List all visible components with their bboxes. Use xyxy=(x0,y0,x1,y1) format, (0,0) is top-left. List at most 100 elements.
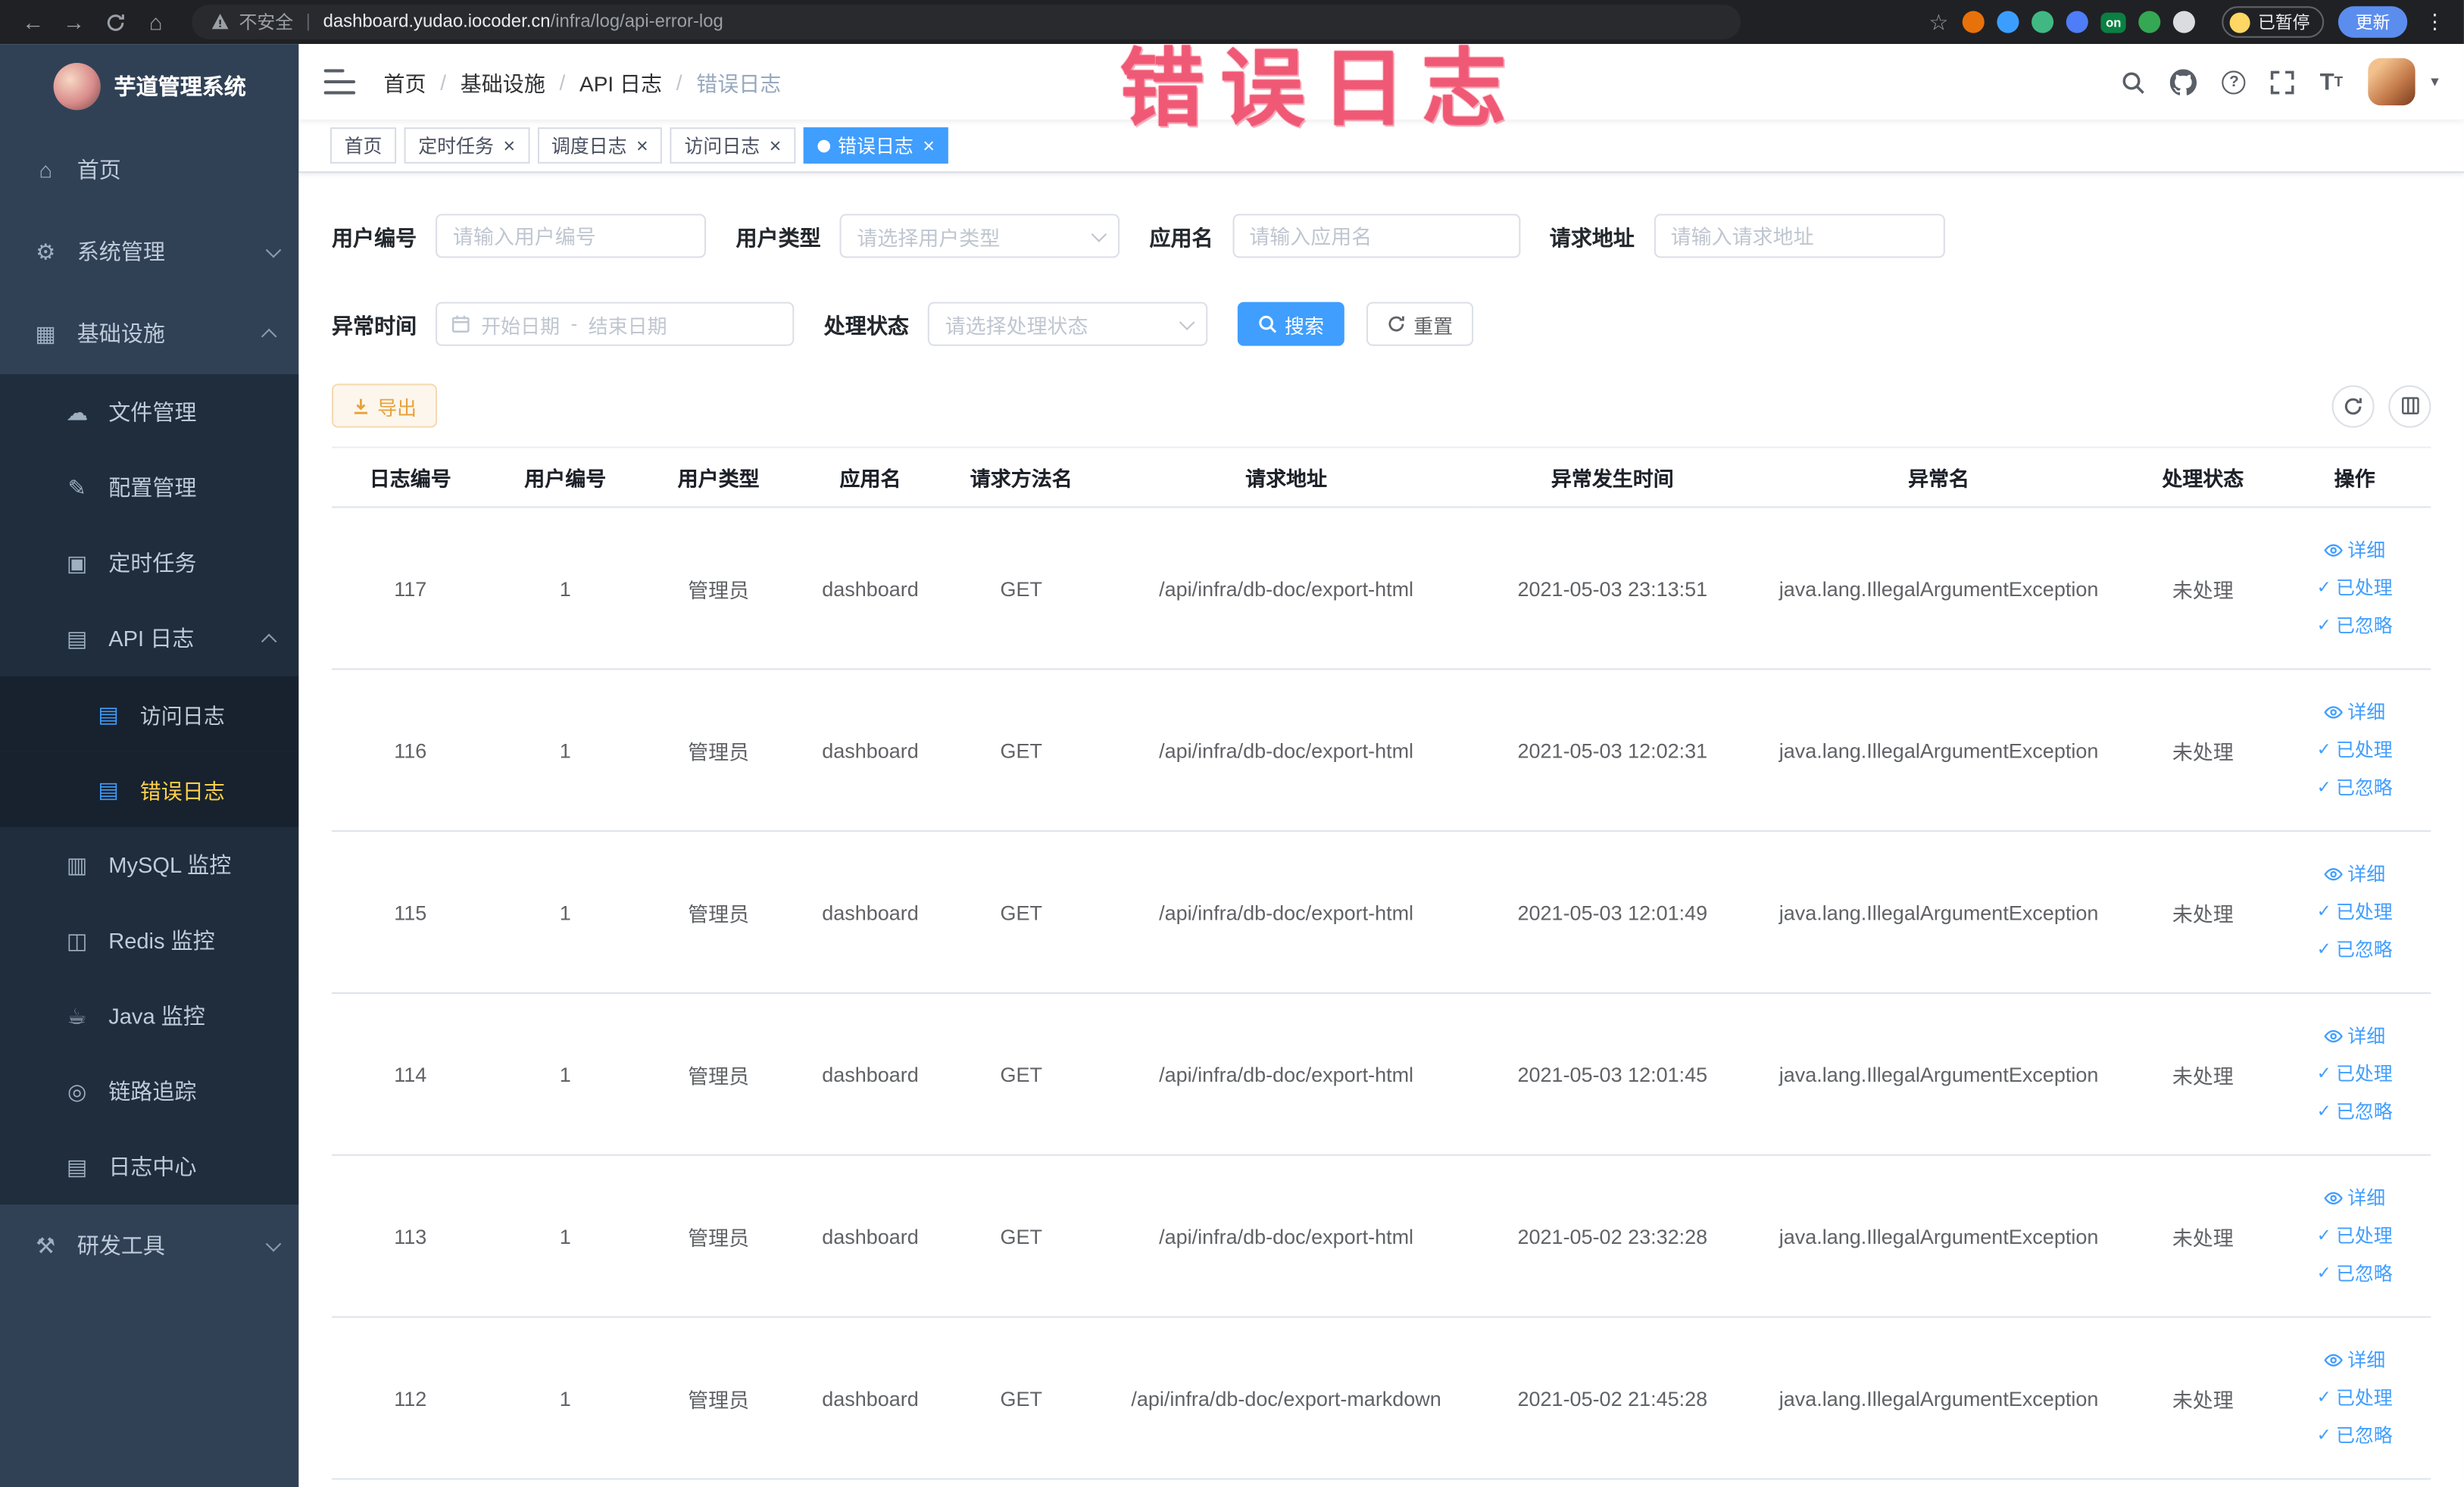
back-icon[interactable]: ← xyxy=(16,5,51,39)
browser-menu-icon[interactable]: ⋮ xyxy=(2422,9,2448,34)
search-button[interactable]: 搜索 xyxy=(1237,301,1344,346)
paused-extension-badge[interactable]: 已暂停 xyxy=(2222,6,2325,38)
tab-close-icon[interactable]: × xyxy=(923,136,935,156)
app-name-input[interactable] xyxy=(1232,214,1520,258)
ignored-link[interactable]: ✓ 已忽略 xyxy=(2317,934,2393,966)
processed-link[interactable]: ✓ 已处理 xyxy=(2317,734,2393,766)
user-avatar[interactable] xyxy=(2368,58,2416,106)
date-range-picker[interactable]: 开始日期 - 结束日期 xyxy=(436,301,795,346)
tab-close-icon[interactable]: × xyxy=(636,136,648,156)
sidebar-toggle-button[interactable] xyxy=(323,69,356,95)
detail-link[interactable]: 详细 xyxy=(2324,535,2385,567)
ignored-link[interactable]: ✓ 已忽略 xyxy=(2317,610,2393,642)
error-log-table: 日志编号 用户编号 用户类型 应用名 请求方法名 请求地址 异常发生时间 异常名 处理状态 操作 … xyxy=(332,446,2431,1480)
filter-row-1: 用户编号 用户类型 请选择用户类型 应用名 xyxy=(332,214,2431,258)
ignored-link[interactable]: ✓ 已忽略 xyxy=(2317,1420,2393,1452)
detail-link[interactable]: 详细 xyxy=(2324,697,2385,729)
breadcrumb: 首页 / 基础设施 / API 日志 / 错误日志 xyxy=(384,66,782,98)
processed-link[interactable]: ✓ 已处理 xyxy=(2317,1058,2393,1090)
extension-vue-devtools[interactable] xyxy=(2031,11,2054,33)
extension-orange-circle[interactable] xyxy=(1963,11,1985,33)
cell-user-id: 1 xyxy=(559,738,571,762)
extension-on-toggle[interactable]: on xyxy=(2100,11,2126,33)
sidebar-item-system-management[interactable]: ⚙ 系统管理 xyxy=(0,211,298,292)
processed-link[interactable]: ✓ 已处理 xyxy=(2317,1382,2393,1414)
browser-update-button[interactable]: 更新 xyxy=(2338,6,2408,38)
fullscreen-icon[interactable] xyxy=(2271,70,2295,94)
tab-close-icon[interactable]: × xyxy=(770,136,782,156)
reload-icon[interactable] xyxy=(98,5,133,39)
home-icon[interactable]: ⌂ xyxy=(139,5,173,39)
detail-link[interactable]: 详细 xyxy=(2324,1182,2385,1214)
cell-exception: java.lang.IllegalArgumentException xyxy=(1779,576,2099,600)
sidebar-item-log-center[interactable]: ▤ 日志中心 xyxy=(0,1129,299,1205)
tab-access-log[interactable]: 访问日志 × xyxy=(670,127,796,164)
extension-blue-circle[interactable] xyxy=(1997,11,2019,33)
tab-close-icon[interactable]: × xyxy=(503,136,515,156)
warning-icon xyxy=(211,13,230,32)
cell-status: 未处理 xyxy=(2172,1064,2234,1088)
processed-link[interactable]: ✓ 已处理 xyxy=(2317,1220,2393,1252)
bookmark-star-icon[interactable]: ☆ xyxy=(1928,8,1948,35)
tab-label: 访问日志 xyxy=(684,135,760,158)
column-header: 异常发生时间 xyxy=(1475,448,1750,508)
sidebar-item-redis-monitor[interactable]: ◫ Redis 监控 xyxy=(0,902,299,979)
breadcrumb-item[interactable]: 首页 xyxy=(384,66,426,98)
action-label: 已处理 xyxy=(2335,739,2393,761)
address-bar[interactable]: 不安全 | dashboard.yudao.iocoder.cn /infra/… xyxy=(192,5,1741,39)
reset-button[interactable]: 重置 xyxy=(1366,301,1474,346)
sidebar-item-config-management[interactable]: ✎ 配置管理 xyxy=(0,449,299,526)
tab-home[interactable]: 首页 xyxy=(329,127,397,164)
detail-link[interactable]: 详细 xyxy=(2324,1020,2385,1052)
request-url-input[interactable] xyxy=(1653,214,1944,258)
app-logo[interactable]: 芋道管理系统 xyxy=(0,44,298,129)
ignored-link[interactable]: ✓ 已忽略 xyxy=(2317,1258,2393,1290)
column-settings-button[interactable] xyxy=(2388,384,2431,427)
table-row: 113 1 管理员 dashboard GET/api/infra/db-doc/exp… xyxy=(332,1156,2431,1318)
trace-icon: ◎ xyxy=(67,1078,87,1104)
sidebar-item-error-log[interactable]: ▤ 错误日志 xyxy=(0,751,299,827)
extension-green-leaf[interactable] xyxy=(2138,11,2161,33)
sidebar-item-infrastructure[interactable]: ▦ 基础设施 xyxy=(0,292,298,374)
cell-time: 2021-05-03 23:13:51 xyxy=(1517,576,1708,600)
detail-link[interactable]: 详细 xyxy=(2324,858,2385,890)
ignored-link[interactable]: ✓ 已忽略 xyxy=(2317,1096,2393,1128)
sidebar-item-dev-tools[interactable]: ⚒ 研发工具 xyxy=(0,1204,298,1286)
search-icon[interactable] xyxy=(2122,70,2145,93)
sidebar-item-scheduled-task[interactable]: ▣ 定时任务 xyxy=(0,525,299,601)
forward-icon[interactable]: → xyxy=(57,5,92,39)
github-icon[interactable] xyxy=(2170,68,2197,95)
help-icon[interactable]: ? xyxy=(2222,70,2247,94)
sidebar-item-mysql-monitor[interactable]: ▥ MySQL 监控 xyxy=(0,826,299,903)
processed-link[interactable]: ✓ 已处理 xyxy=(2317,573,2393,604)
user-id-input[interactable] xyxy=(436,214,707,258)
extension-blue-grid[interactable] xyxy=(2066,11,2089,33)
breadcrumb-item[interactable]: 基础设施 xyxy=(461,66,545,98)
sidebar-item-file-management[interactable]: ☁ 文件管理 xyxy=(0,374,299,450)
ignored-link[interactable]: ✓ 已忽略 xyxy=(2317,772,2393,804)
sidebar-item-access-log[interactable]: ▤ 访问日志 xyxy=(0,676,299,752)
sidebar-item-trace[interactable]: ◎ 链路追踪 xyxy=(0,1053,299,1129)
process-status-select[interactable]: 请选择处理状态 xyxy=(927,301,1208,346)
check-icon: ✓ xyxy=(2316,1389,2331,1407)
check-icon: ✓ xyxy=(2316,902,2331,922)
export-button[interactable]: 导出 xyxy=(332,383,438,428)
tab-scheduled-task[interactable]: 定时任务 × xyxy=(404,127,529,164)
font-size-icon[interactable]: TT xyxy=(2320,70,2343,93)
breadcrumb-item[interactable]: API 日志 xyxy=(579,66,662,98)
detail-link[interactable]: 详细 xyxy=(2324,1345,2385,1376)
table-tools xyxy=(2331,384,2431,427)
sidebar-item-api-log[interactable]: ▤ API 日志 xyxy=(0,600,299,676)
user-type-select[interactable]: 请选择用户类型 xyxy=(839,214,1120,258)
security-label[interactable]: 不安全 xyxy=(239,9,294,34)
processed-link[interactable]: ✓ 已处理 xyxy=(2317,896,2393,928)
select-placeholder: 请选择处理状态 xyxy=(945,314,1088,338)
sidebar-item-java-monitor[interactable]: ☕ Java 监控 xyxy=(0,978,299,1054)
avatar-caret-icon[interactable]: ▾ xyxy=(2431,73,2438,91)
tab-schedule-log[interactable]: 调度日志 × xyxy=(537,127,663,164)
browser-chrome: ← → ⌂ 不安全 | dashboard.yudao.iocoder.cn /… xyxy=(0,0,2464,45)
sidebar-item-home[interactable]: ⌂ 首页 xyxy=(0,129,298,211)
refresh-table-button[interactable] xyxy=(2331,384,2375,427)
tab-error-log[interactable]: 错误日志 × xyxy=(803,127,949,164)
extension-light-circle[interactable] xyxy=(2172,11,2195,33)
